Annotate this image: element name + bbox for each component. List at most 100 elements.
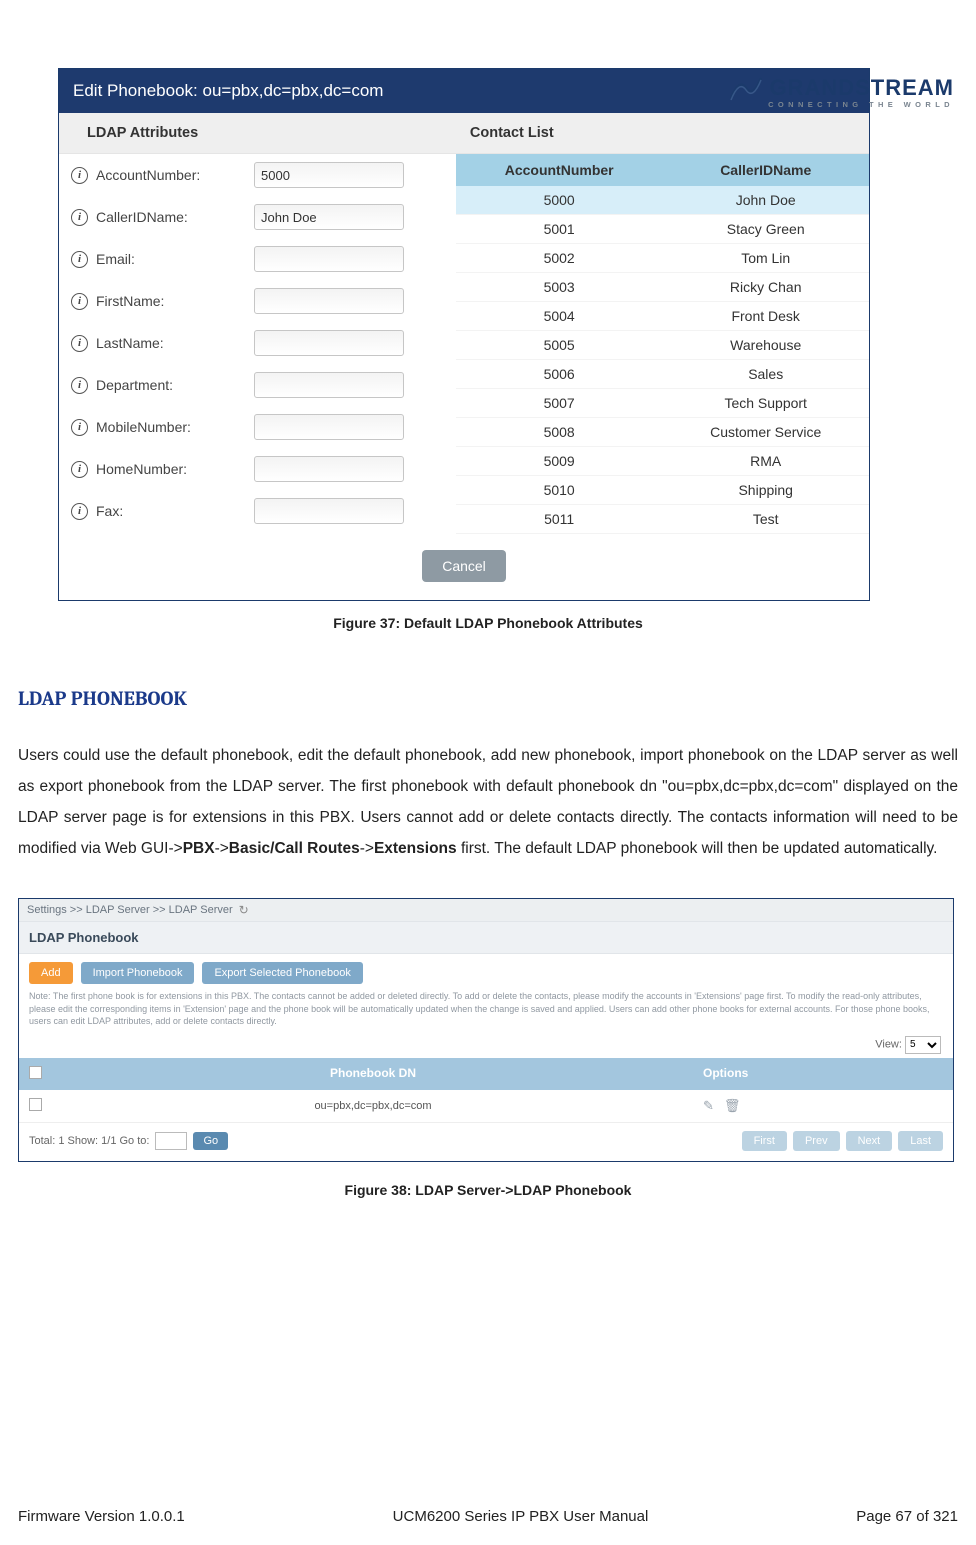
contact-number: 5007 — [456, 389, 663, 417]
contact-name: RMA — [662, 447, 869, 475]
contact-name: Front Desk — [662, 302, 869, 330]
contact-number: 5010 — [456, 476, 663, 504]
contact-row[interactable]: 5008Customer Service — [456, 418, 869, 447]
edit-icon[interactable]: ✎ — [703, 1098, 714, 1114]
col-phonebook-dn: Phonebook DN — [53, 1058, 693, 1090]
first-page-button[interactable]: First — [742, 1131, 787, 1151]
contact-row[interactable]: 5002Tom Lin — [456, 244, 869, 273]
logo-mark-icon — [729, 74, 763, 102]
select-all-checkbox[interactable] — [29, 1066, 42, 1079]
contact-number: 5005 — [456, 331, 663, 359]
breadcrumb: Settings >> LDAP Server >> LDAP Server ↻ — [19, 899, 953, 921]
info-icon[interactable]: i — [71, 503, 88, 520]
info-icon[interactable]: i — [71, 209, 88, 226]
ldap-attributes-header: LDAP Attributes — [59, 113, 456, 154]
attribute-input[interactable] — [254, 162, 404, 188]
contact-row[interactable]: 5009RMA — [456, 447, 869, 476]
go-button[interactable]: Go — [193, 1132, 228, 1150]
contact-row[interactable]: 5011Test — [456, 505, 869, 534]
refresh-icon[interactable]: ↻ — [239, 903, 249, 917]
contact-row[interactable]: 5003Ricky Chan — [456, 273, 869, 302]
contact-row[interactable]: 5006Sales — [456, 360, 869, 389]
ldap-attributes-panel: LDAP Attributes iAccountNumber:iCallerID… — [59, 113, 456, 534]
para-bold-pbx: PBX — [183, 840, 215, 857]
contact-number: 5003 — [456, 273, 663, 301]
section-heading-ldap-phonebook: LDAP PHONEBOOK — [18, 687, 958, 710]
info-icon[interactable]: i — [71, 461, 88, 478]
contact-number: 5002 — [456, 244, 663, 272]
attribute-input[interactable] — [254, 414, 404, 440]
info-icon[interactable]: i — [71, 335, 88, 352]
contact-name: Customer Service — [662, 418, 869, 446]
cancel-button[interactable]: Cancel — [422, 550, 506, 582]
delete-icon[interactable]: 🗑 — [724, 1098, 741, 1114]
info-icon[interactable]: i — [71, 377, 88, 394]
attribute-input[interactable] — [254, 330, 404, 356]
export-selected-phonebook-button[interactable]: Export Selected Phonebook — [202, 962, 362, 984]
info-icon[interactable]: i — [71, 251, 88, 268]
page-footer: Firmware Version 1.0.0.1 UCM6200 Series … — [18, 1508, 958, 1525]
attribute-input[interactable] — [254, 498, 404, 524]
attribute-input[interactable] — [254, 288, 404, 314]
attribute-row: iHomeNumber: — [59, 448, 456, 490]
contact-name: Ricky Chan — [662, 273, 869, 301]
add-button[interactable]: Add — [29, 962, 73, 984]
page-number: Page 67 of 321 — [856, 1508, 958, 1525]
attribute-input[interactable] — [254, 456, 404, 482]
attribute-label: Email: — [96, 251, 246, 267]
contact-number: 5008 — [456, 418, 663, 446]
ldap-phonebook-screenshot: Settings >> LDAP Server >> LDAP Server ↻… — [18, 898, 954, 1162]
row-checkbox[interactable] — [29, 1098, 42, 1111]
info-icon[interactable]: i — [71, 419, 88, 436]
figure-38-caption: Figure 38: LDAP Server->LDAP Phonebook — [18, 1182, 958, 1198]
para-text-end: first. The default LDAP phonebook will t… — [457, 840, 938, 857]
contact-name: Sales — [662, 360, 869, 388]
col-account-number: AccountNumber — [456, 154, 663, 186]
contact-name: Shipping — [662, 476, 869, 504]
contact-number: 5000 — [456, 186, 663, 214]
attribute-input[interactable] — [254, 204, 404, 230]
contact-row[interactable]: 5010Shipping — [456, 476, 869, 505]
contact-number: 5001 — [456, 215, 663, 243]
attribute-input[interactable] — [254, 246, 404, 272]
info-icon[interactable]: i — [71, 167, 88, 184]
contact-row[interactable]: 5001Stacy Green — [456, 215, 869, 244]
contact-number: 5004 — [456, 302, 663, 330]
last-page-button[interactable]: Last — [898, 1131, 943, 1151]
prev-page-button[interactable]: Prev — [793, 1131, 840, 1151]
view-count-select[interactable]: 5 — [905, 1036, 941, 1054]
view-selector: View: 5 — [19, 1034, 953, 1058]
phonebook-table-header: Phonebook DN Options — [19, 1058, 953, 1090]
attribute-label: LastName: — [96, 335, 246, 351]
attribute-row: iMobileNumber: — [59, 406, 456, 448]
firmware-version: Firmware Version 1.0.0.1 — [18, 1508, 185, 1525]
attribute-row: iDepartment: — [59, 364, 456, 406]
next-page-button[interactable]: Next — [846, 1131, 893, 1151]
note-text: Note: The first phone book is for extens… — [19, 986, 953, 1034]
contact-name: John Doe — [662, 186, 869, 214]
manual-title: UCM6200 Series IP PBX User Manual — [393, 1508, 649, 1525]
contact-row[interactable]: 5005Warehouse — [456, 331, 869, 360]
contact-table-header: AccountNumber CallerIDName — [456, 154, 869, 186]
para-sep: -> — [215, 840, 229, 857]
contact-row[interactable]: 5007Tech Support — [456, 389, 869, 418]
attribute-input[interactable] — [254, 372, 404, 398]
row-dn-value: ou=pbx,dc=pbx,dc=com — [53, 1092, 693, 1120]
body-paragraph: Users could use the default phonebook, e… — [18, 740, 958, 864]
footer-status-text: Total: 1 Show: 1/1 Go to: — [29, 1135, 149, 1147]
col-callerid-name: CallerIDName — [662, 154, 869, 186]
contact-list-panel: Contact List AccountNumber CallerIDName … — [456, 113, 869, 534]
contact-name: Warehouse — [662, 331, 869, 359]
contact-name: Tech Support — [662, 389, 869, 417]
contact-row[interactable]: 5000John Doe — [456, 186, 869, 215]
contact-row[interactable]: 5004Front Desk — [456, 302, 869, 331]
attribute-row: i LastName: — [59, 322, 456, 364]
attribute-label: AccountNumber: — [96, 167, 246, 183]
contact-number: 5011 — [456, 505, 663, 533]
import-phonebook-button[interactable]: Import Phonebook — [81, 962, 195, 984]
goto-page-input[interactable] — [155, 1132, 187, 1150]
pager: First Prev Next Last — [742, 1131, 943, 1151]
figure-37-caption: Figure 37: Default LDAP Phonebook Attrib… — [18, 615, 958, 631]
attribute-row: iFirstName: — [59, 280, 456, 322]
info-icon[interactable]: i — [71, 293, 88, 310]
